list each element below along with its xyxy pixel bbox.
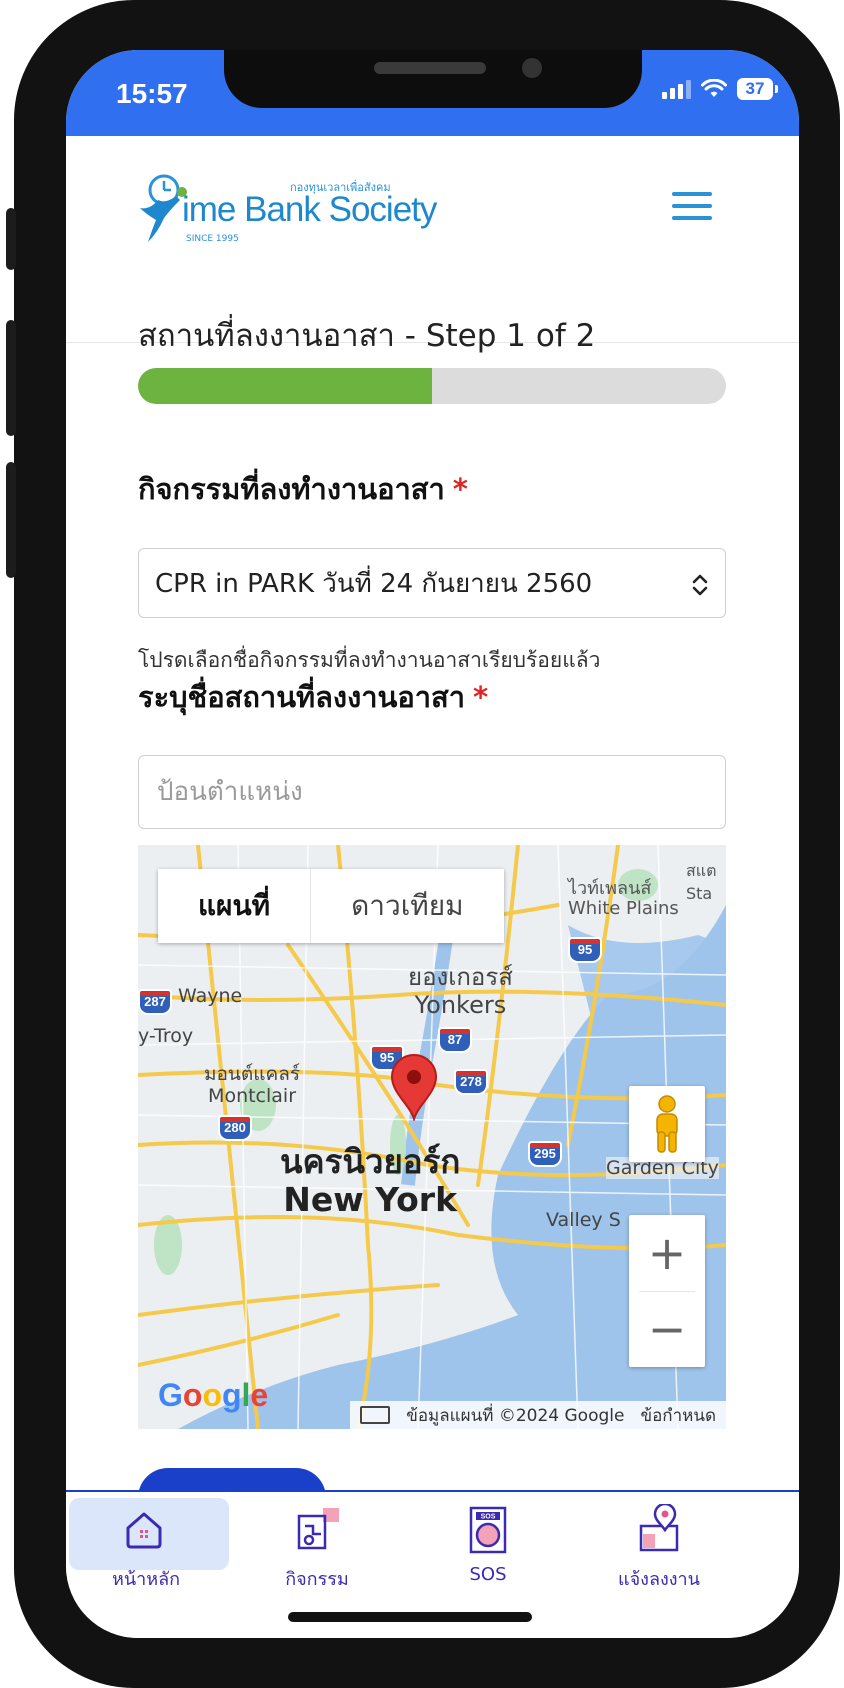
- nav-label: แจ้งลงงาน: [618, 1569, 700, 1590]
- location-label-text: ระบุชื่อสถานที่ลงงานอาสา: [138, 680, 466, 714]
- map-attribution: ข้อมูลแผนที่ ©2024 Google ข้อกำหนด: [350, 1401, 726, 1429]
- battery-icon: 37: [737, 78, 778, 100]
- highway-shield: 87: [438, 1027, 472, 1053]
- front-camera: [522, 58, 542, 78]
- logo-text: ime Bank Society: [182, 190, 437, 229]
- mute-switch: [6, 208, 16, 270]
- map-data-credit: ข้อมูลแผนที่ ©2024 Google: [406, 1405, 625, 1426]
- map-label-new-york: นครนิวยอร์ก New York: [280, 1143, 460, 1219]
- step-title: สถานที่ลงงานอาสา - Step 1 of 2: [138, 318, 596, 354]
- nav-report[interactable]: แจ้งลงงาน: [579, 1492, 739, 1592]
- nav-home[interactable]: หน้าหลัก: [66, 1492, 229, 1592]
- map-label-wayne: Wayne: [178, 985, 243, 1007]
- google-logo: Google: [158, 1377, 268, 1414]
- signal-icon: [662, 79, 691, 99]
- chevron-up-down-icon: [692, 574, 708, 596]
- map-label-text: นครนิวยอร์ก: [280, 1142, 461, 1181]
- map-label-text: ยองเกอรส์: [408, 963, 513, 991]
- highway-shield: 278: [454, 1069, 488, 1095]
- wifi-icon: [701, 79, 727, 97]
- svg-text:SOS: SOS: [481, 1514, 496, 1521]
- volume-down-button: [6, 462, 16, 578]
- activity-label-text: กิจกรรมที่ลงทำงานอาสา: [138, 472, 445, 506]
- activity-label: กิจกรรมที่ลงทำงานอาสา *: [138, 466, 468, 512]
- zoom-in-button[interactable]: +: [629, 1215, 705, 1291]
- highway-shield: 95: [568, 937, 602, 963]
- highway-shield: 280: [218, 1115, 252, 1141]
- nav-sos[interactable]: SOS SOS: [408, 1492, 568, 1592]
- map-label-troy: y-Troy: [138, 1025, 194, 1047]
- street-view-pegman[interactable]: [629, 1086, 705, 1162]
- map-label-stamford: สแต Sta: [686, 861, 717, 903]
- volume-up-button: [6, 320, 16, 436]
- map-type-tabs: แผนที่ ดาวเทียม: [158, 869, 504, 943]
- logo-since: SINCE 1995: [186, 234, 239, 244]
- map-label-yonkers: ยองเกอรส์ Yonkers: [408, 963, 513, 1019]
- map-label-text: White Plains: [568, 898, 679, 919]
- status-icons: 37: [662, 78, 778, 100]
- map-marker-icon[interactable]: [388, 1053, 440, 1121]
- nav-label: หน้าหลัก: [111, 1569, 181, 1590]
- nav-label: SOS: [469, 1564, 507, 1585]
- required-marker: *: [452, 472, 468, 506]
- map-label-text: มอนต์แคลร์: [204, 1063, 301, 1085]
- notch: [224, 50, 642, 108]
- zoom-out-button[interactable]: −: [629, 1291, 705, 1367]
- highway-shield: 287: [138, 989, 172, 1015]
- activity-select[interactable]: CPR in PARK วันที่ 24 กันยายน 2560: [138, 548, 726, 618]
- keyboard-icon[interactable]: [360, 1406, 391, 1424]
- activity-select-value: CPR in PARK วันที่ 24 กันยายน 2560: [155, 569, 593, 599]
- map-label-text: ไวท์เพลนส์: [568, 878, 652, 899]
- map-label-white-plains: ไวท์เพลนส์ White Plains: [568, 879, 679, 919]
- speaker: [374, 62, 486, 74]
- highway-shield: 295: [528, 1141, 562, 1167]
- sos-icon: SOS: [469, 1506, 507, 1554]
- map-label-montclair: มอนต์แคลร์ Montclair: [204, 1063, 300, 1107]
- google-logo-text: Google: [158, 1377, 269, 1413]
- map-view[interactable]: ไวท์เพลนส์ White Plains สแต Sta ยองเกอรส…: [138, 845, 726, 1429]
- status-bar: 15:57 37: [66, 50, 799, 136]
- nav-label: กิจกรรม: [285, 1569, 349, 1590]
- zoom-controls: + −: [629, 1215, 705, 1367]
- tab-satellite[interactable]: ดาวเทียม: [311, 869, 504, 943]
- progress-fill: [138, 368, 432, 404]
- progress-bar: [138, 368, 726, 404]
- home-indicator[interactable]: [288, 1612, 532, 1622]
- location-input[interactable]: [138, 755, 726, 829]
- map-label-text: New York: [283, 1180, 458, 1219]
- time-bank-logo[interactable]: กองทุนเวลาเพื่อสังคม ime Bank Society SI…: [136, 170, 437, 260]
- required-marker: *: [473, 680, 489, 714]
- map-label-valley-stream: Valley S: [546, 1209, 621, 1231]
- home-icon: [126, 1512, 162, 1549]
- location-label: ระบุชื่อสถานที่ลงงานอาสา *: [138, 674, 488, 720]
- app-screen: 15:57 37 กองทุนเวลาเพื่อสังคม ime Bank S…: [66, 50, 799, 1638]
- nav-activities[interactable]: กิจกรรม: [237, 1492, 397, 1592]
- activity-icon: [297, 1508, 339, 1550]
- tab-map[interactable]: แผนที่: [158, 869, 312, 943]
- map-label-text: Montclair: [208, 1085, 297, 1107]
- activity-help-text: โปรดเลือกชื่อกิจกรรมที่ลงทำงานอาสาเรียบร…: [138, 648, 601, 672]
- map-terms-link[interactable]: ข้อกำหนด: [640, 1402, 716, 1429]
- pegman-icon: [656, 1095, 678, 1153]
- status-time: 15:57: [116, 78, 188, 109]
- report-location-icon: [639, 1504, 679, 1552]
- map-label-text: Yonkers: [414, 991, 507, 1019]
- menu-icon[interactable]: [672, 192, 712, 224]
